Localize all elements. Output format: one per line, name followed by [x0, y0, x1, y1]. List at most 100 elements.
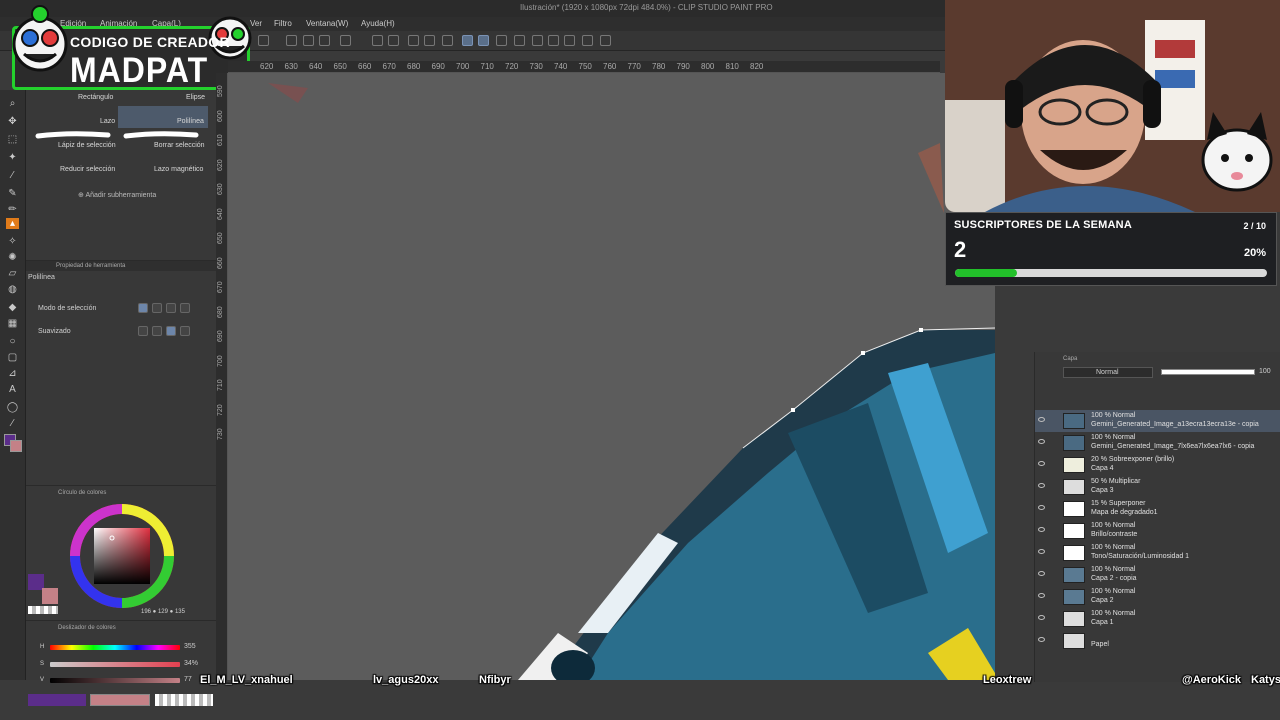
subtool-ellipse[interactable]: Elipse — [186, 94, 205, 101]
transform-icon[interactable] — [388, 35, 399, 46]
blend-mode-select[interactable]: Normal — [1063, 367, 1153, 378]
decoration-tool-icon[interactable]: ✺ — [6, 252, 19, 263]
shape-snap-icon[interactable] — [514, 35, 525, 46]
grid-snap-icon[interactable] — [478, 35, 489, 46]
layer-opacity-slider[interactable] — [1161, 369, 1255, 375]
layer-visibility-icon[interactable] — [1038, 571, 1045, 576]
expand-icon[interactable] — [532, 35, 543, 46]
layer-visibility-icon[interactable] — [1038, 417, 1045, 422]
bottom-main-color[interactable] — [28, 694, 86, 706]
layer-visibility-icon[interactable] — [1038, 637, 1045, 642]
ruler-tick-label: 710 — [480, 62, 494, 71]
magic-icon[interactable] — [582, 35, 593, 46]
fill-tool-icon[interactable]: ◆ — [6, 302, 19, 313]
auto-select-tool-icon[interactable]: ✦ — [6, 152, 19, 163]
redo-icon[interactable] — [319, 35, 330, 46]
layer-visibility-icon[interactable] — [1038, 593, 1045, 598]
save-icon[interactable] — [258, 35, 269, 46]
layer-visibility-icon[interactable] — [1038, 527, 1045, 532]
layer-row[interactable]: 100 % Normal Capa 2 - copia — [1035, 564, 1280, 586]
clear-icon[interactable] — [424, 35, 435, 46]
subtool-rectangle[interactable]: Rectángulo — [78, 94, 113, 101]
menu-filter[interactable]: Filtro — [274, 19, 292, 28]
clear-outside-icon[interactable] — [442, 35, 453, 46]
smoothing-label: Suavizado — [38, 328, 71, 335]
ruler-snap-icon[interactable] — [462, 35, 473, 46]
rotate-icon[interactable] — [548, 35, 559, 46]
pencil-tool-icon[interactable]: ✏ — [6, 204, 19, 215]
deselect-icon[interactable] — [408, 35, 419, 46]
subtool-erase-selection[interactable]: Borrar selección — [154, 142, 205, 149]
layer-panel-header: Capa — [1063, 356, 1078, 362]
menu-help[interactable]: Ayuda(H) — [361, 19, 395, 28]
selection-mode-subtract[interactable] — [166, 303, 176, 313]
color-wheel[interactable] — [66, 500, 178, 612]
add-subtool-button[interactable]: ⊕ Añadir subherramienta — [78, 191, 156, 199]
layer-visibility-icon[interactable] — [1038, 483, 1045, 488]
subtool-selection-pen[interactable]: Lápiz de selección — [58, 142, 116, 149]
subtool-shrink-selection[interactable]: Reducir selección — [60, 166, 115, 173]
layer-row[interactable]: 100 % Normal Gemini_Generated_Image_a13ec… — [1035, 410, 1280, 432]
layer-visibility-icon[interactable] — [1038, 615, 1045, 620]
bottom-transparent-color[interactable] — [155, 694, 213, 706]
smoothing-low[interactable] — [152, 326, 162, 336]
flip-icon[interactable] — [564, 35, 575, 46]
menu-icon[interactable] — [600, 35, 611, 46]
smoothing-mid[interactable] — [166, 326, 176, 336]
balloon-tool-icon[interactable]: ◯ — [6, 402, 19, 413]
ruler-tick-label: 670 — [382, 62, 396, 71]
selection-mode-add[interactable] — [152, 303, 162, 313]
selection-tool-icon[interactable]: ⬚ — [6, 134, 19, 145]
drawing-canvas[interactable] — [228, 73, 995, 680]
eraser-tool-icon[interactable]: ▱ — [6, 268, 19, 279]
layer-row[interactable]: 50 % Multiplicar Capa 3 — [1035, 476, 1280, 498]
blend-tool-icon[interactable]: ◍ — [6, 284, 19, 295]
selection-mode-intersect[interactable] — [180, 303, 190, 313]
perspective-icon[interactable] — [496, 35, 507, 46]
subtool-magnetic-lasso[interactable]: Lazo magnético — [154, 166, 203, 173]
layer-row[interactable]: 100 % Normal Capa 2 — [1035, 586, 1280, 608]
layer-visibility-icon[interactable] — [1038, 461, 1045, 466]
save-dropdown-icon[interactable] — [286, 35, 297, 46]
line-correction-tool-icon[interactable]: ∕ — [6, 418, 19, 429]
figure-tool-icon[interactable]: ○ — [6, 336, 19, 347]
layer-visibility-icon[interactable] — [1038, 439, 1045, 444]
tool-palette: ⌕ ✥ ⬚ ✦ ⁄ ✎ ✏ ▴ ✧ ✺ ▱ ◍ ◆ ▦ ○ ▢ ⊿ A ◯ ∕ — [0, 90, 26, 680]
selection-mode-new[interactable] — [138, 303, 148, 313]
layer-row[interactable]: 100 % Normal Brillo/contraste — [1035, 520, 1280, 542]
hue-slider[interactable] — [50, 645, 180, 650]
layer-visibility-icon[interactable] — [1038, 505, 1045, 510]
menu-window[interactable]: Ventana(W) — [306, 19, 348, 28]
pen-tool-icon[interactable]: ✎ — [6, 188, 19, 199]
wheel-sub-color[interactable] — [42, 588, 58, 604]
smoothing-none[interactable] — [138, 326, 148, 336]
ruler-tick-label: 820 — [750, 62, 764, 71]
layer-row[interactable]: 100 % Normal Capa 1 — [1035, 608, 1280, 630]
bottom-sub-color[interactable] — [90, 694, 150, 706]
frame-tool-icon[interactable]: ▢ — [6, 352, 19, 363]
layer-row[interactable]: Papel — [1035, 630, 1280, 652]
undo-icon[interactable] — [303, 35, 314, 46]
layer-row[interactable]: 15 % Superponer Mapa de degradado1 — [1035, 498, 1280, 520]
text-tool-icon[interactable]: A — [6, 384, 19, 395]
subtool-polyline[interactable]: Polilínea — [177, 118, 204, 125]
ruler-tool-icon[interactable]: ⊿ — [6, 368, 19, 379]
zoom-tool-icon[interactable]: ⌕ — [6, 98, 19, 109]
move-tool-icon[interactable]: ✥ — [6, 116, 19, 127]
layer-visibility-icon[interactable] — [1038, 549, 1045, 554]
fill-icon[interactable] — [372, 35, 383, 46]
saturation-slider[interactable] — [50, 662, 180, 667]
subtool-lasso[interactable]: Lazo — [100, 118, 115, 125]
subscriber-goal-percent: 20% — [1243, 247, 1266, 259]
gradient-tool-icon[interactable]: ▦ — [6, 318, 19, 329]
brush-tool-icon[interactable]: ▴ — [6, 218, 19, 229]
sub-color-swatch[interactable] — [10, 440, 22, 452]
eyedropper-tool-icon[interactable]: ⁄ — [6, 170, 19, 181]
layer-row[interactable]: 100 % Normal Gemini_Generated_Image_7lx6e… — [1035, 432, 1280, 454]
layer-row[interactable]: 100 % Normal Tono/Saturación/Luminosidad … — [1035, 542, 1280, 564]
smoothing-high[interactable] — [180, 326, 190, 336]
layer-row[interactable]: 20 % Sobreexponer (brillo) Capa 4 — [1035, 454, 1280, 476]
transparent-color[interactable] — [28, 606, 58, 614]
airbrush-tool-icon[interactable]: ✧ — [6, 236, 19, 247]
loading-icon[interactable] — [340, 35, 351, 46]
